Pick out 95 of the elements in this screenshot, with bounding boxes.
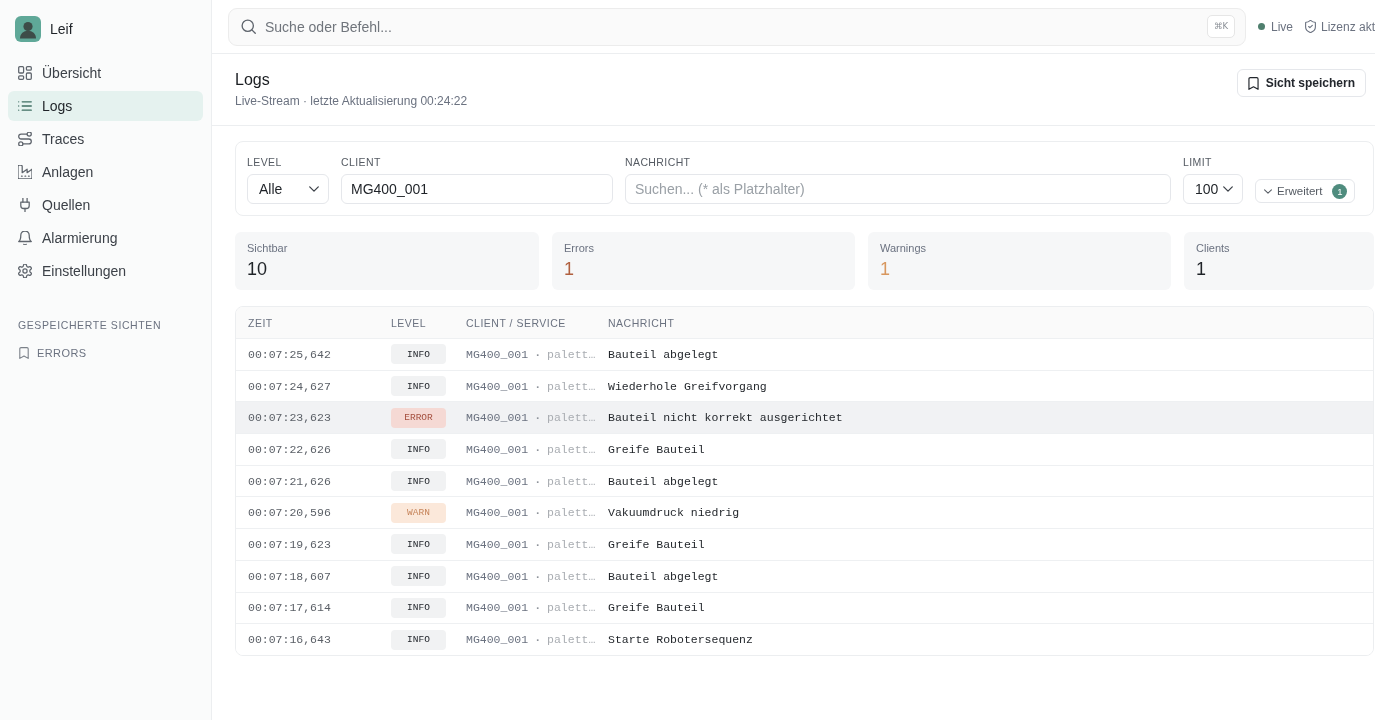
table-cell: MG400_001 · palett…	[466, 601, 596, 615]
message-field[interactable]: Suchen... (* als Platzhalter)	[625, 174, 1171, 204]
stat-value: 1	[1196, 258, 1206, 280]
level-badge: INFO	[391, 629, 446, 650]
page-subtitle: Live-Stream · letzte Aktualisierung 00:24:22	[235, 94, 468, 109]
table-cell: MG400_001 · palett…	[466, 379, 596, 393]
bell-icon	[18, 231, 32, 245]
table-cell: MG400_001 · palett…	[466, 442, 596, 456]
saved-view-item[interactable]: ERRORS	[8, 343, 87, 363]
stat-label: Errors	[564, 242, 594, 255]
level-badge: INFO	[391, 566, 446, 587]
stat-value: 1	[564, 258, 574, 280]
table-cell: MG400_001 · palett…	[466, 633, 596, 647]
table-cell: MG400_001 · palett…	[466, 474, 596, 488]
limit-select[interactable]: 100	[1183, 174, 1243, 204]
nav-item[interactable]: Einstellungen	[8, 256, 203, 286]
column-header: ZEIT	[248, 316, 273, 329]
level-select[interactable]: Alle	[247, 174, 329, 204]
bookmark-icon	[19, 347, 29, 359]
grid-icon	[18, 66, 32, 80]
table-cell: 00:07:17,614	[248, 601, 331, 615]
table-cell: 00:07:22,626	[248, 442, 331, 456]
table-cell: 00:07:16,643	[248, 633, 331, 647]
field-label: CLIENT	[341, 156, 382, 169]
stat-value: 1	[880, 258, 890, 280]
status-dot-icon	[1257, 23, 1265, 30]
list-icon	[18, 99, 32, 113]
level-badge: INFO	[391, 376, 446, 397]
shield-check-icon	[1304, 20, 1316, 33]
log-row[interactable]: 00:07:16,643 INFO MG400_001 · palett… Starte Robotersequenz	[236, 623, 1373, 655]
route-icon	[18, 132, 32, 146]
column-header: NACHRICHT	[608, 316, 675, 329]
nav-item[interactable]: Anlagen	[8, 157, 203, 187]
settings-icon	[18, 264, 32, 278]
chevron-down-icon	[1223, 186, 1233, 192]
save-view-button[interactable]: Sicht speichern	[1236, 69, 1366, 97]
bookmark-icon	[1247, 76, 1259, 90]
table-cell: MG400_001 · palett…	[466, 569, 596, 583]
plug-icon	[18, 198, 32, 212]
table-cell: 00:07:21,626	[248, 474, 331, 488]
table-cell: 00:07:19,623	[248, 537, 331, 551]
stat-label: Clients	[1196, 242, 1230, 255]
table-cell: 00:07:20,596	[248, 506, 331, 520]
count-badge: 1	[1332, 183, 1348, 199]
table-cell: 00:07:24,627	[248, 379, 331, 393]
level-badge: WARN	[391, 502, 446, 523]
column-header: CLIENT / SERVICE	[466, 316, 566, 329]
factory-icon	[18, 165, 32, 179]
nav-item[interactable]: Übersicht	[8, 58, 203, 88]
table-cell: MG400_001 · palett…	[466, 347, 596, 361]
table-cell: Bauteil abgelegt	[608, 474, 719, 488]
stat-label: Warnings	[880, 242, 927, 255]
log-row[interactable]: 00:07:23,623 ERROR MG400_001 · palett… Bauteil nicht korrekt ausgerichtet	[236, 401, 1373, 434]
live-label: Live	[1270, 19, 1293, 34]
brand-name: Leif	[50, 21, 73, 37]
nav-item[interactable]: Alarmierung	[8, 223, 203, 253]
stat-label: Sichtbar	[247, 242, 288, 255]
field-label: LEVEL	[247, 156, 283, 169]
field-label: NACHRICHT	[625, 156, 692, 169]
client-field[interactable]: MG400_001	[341, 174, 613, 204]
nav-item[interactable]: Logs	[8, 91, 203, 121]
table-cell: MG400_001 · palett…	[466, 506, 596, 520]
table-cell: Vakuumdruck niedrig	[608, 506, 740, 520]
nav-item[interactable]: Traces	[8, 124, 203, 154]
level-badge: INFO	[391, 471, 446, 492]
level-badge: ERROR	[391, 407, 446, 428]
level-badge: INFO	[391, 597, 446, 618]
table-cell: 00:07:18,607	[248, 569, 331, 583]
table-cell: 00:07:25,642	[248, 347, 331, 361]
field-label: LIMIT	[1183, 156, 1213, 169]
table-cell: Starte Robotersequenz	[608, 633, 753, 647]
table-cell: MG400_001 · palett…	[466, 411, 596, 425]
chevron-down-icon	[1264, 188, 1272, 194]
search-icon	[241, 18, 256, 34]
table-cell: Bauteil abgelegt	[608, 347, 719, 361]
level-badge: INFO	[391, 534, 446, 555]
nav-item[interactable]: Quellen	[8, 190, 203, 220]
table-cell: Greife Bauteil	[608, 601, 705, 615]
column-header: LEVEL	[391, 316, 427, 329]
table-cell: Greife Bauteil	[608, 537, 705, 551]
table-cell: Greife Bauteil	[608, 442, 705, 456]
stat-value: 10	[247, 258, 268, 280]
level-badge: INFO	[391, 439, 446, 460]
table-cell: 00:07:23,623	[248, 411, 331, 425]
table-cell: Wiederhole Greifvorgang	[608, 379, 767, 393]
advanced-filter-button[interactable]: Erweitert 1	[1255, 179, 1356, 203]
chevron-down-icon	[309, 186, 319, 192]
table-cell: Bauteil nicht korrekt ausgerichtet	[608, 411, 843, 425]
section-heading: GESPEICHERTE SICHTEN	[18, 319, 162, 331]
page-title: Logs	[235, 71, 271, 89]
table-cell: MG400_001 · palett…	[466, 537, 596, 551]
table-cell: Bauteil abgelegt	[608, 569, 719, 583]
license-label: Lizenz akt	[1320, 19, 1375, 34]
level-badge: INFO	[391, 344, 446, 365]
avatar-icon	[15, 16, 41, 42]
